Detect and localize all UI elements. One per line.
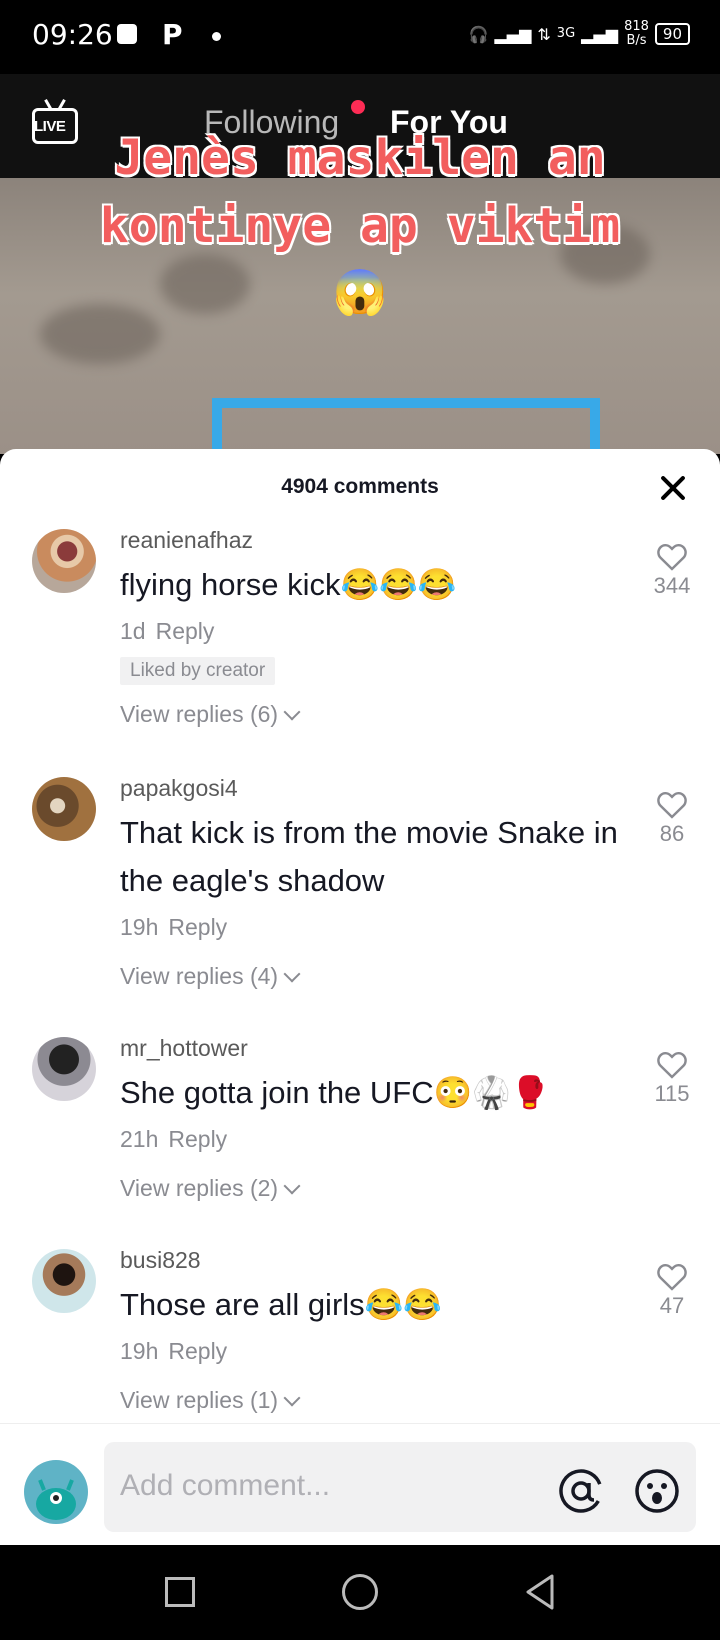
status-icons: 🎧 ▂▄▆ ⇅ 3G ▂▄▆ 818 B/s 90	[469, 20, 690, 48]
status-time: 09:26	[32, 18, 113, 51]
chevron-down-icon	[283, 1177, 301, 1195]
comment-placeholder: Add comment...	[120, 1469, 331, 1502]
view-replies-button[interactable]: View replies (1)	[120, 1385, 630, 1415]
headset-icon: 🎧	[468, 24, 489, 44]
comments-header: 4904 comments	[0, 449, 720, 525]
liked-by-creator-badge: Liked by creator	[120, 657, 276, 685]
chevron-down-icon	[283, 1389, 301, 1407]
mention-icon[interactable]	[558, 1468, 604, 1514]
view-replies-button[interactable]: View replies (2)	[120, 1173, 630, 1203]
comment-username[interactable]: busi828	[120, 1245, 630, 1275]
my-avatar[interactable]	[24, 1460, 88, 1524]
comment-item: busi828 Those are all girls😂😂 19h Reply V…	[0, 1245, 720, 1423]
comment-item: papakgosi4 That kick is from the movie S…	[0, 773, 720, 1033]
notification-icon	[117, 24, 137, 44]
comment-item: reanienafhaz flying horse kick😂😂😂 1d Repl…	[0, 525, 720, 773]
comment-username[interactable]: mr_hottower	[120, 1033, 630, 1063]
comment-time: 21h	[120, 1126, 159, 1152]
speed-indicator: 818 B/s	[624, 20, 649, 48]
comments-count-title: 4904 comments	[281, 475, 439, 498]
like-button[interactable]: 344	[640, 541, 704, 599]
speed-value: 818	[624, 19, 649, 34]
comment-text: Those are all girls😂😂	[120, 1287, 442, 1322]
chevron-down-icon	[283, 703, 301, 721]
reply-button[interactable]: Reply	[156, 618, 215, 644]
heart-icon	[657, 1051, 687, 1079]
feed-tabs: Following For You	[0, 100, 720, 144]
more-notifications-icon	[212, 32, 221, 41]
view-replies-button[interactable]: View replies (6)	[120, 699, 630, 729]
caption-emoji: 😱	[332, 267, 388, 318]
heart-icon	[657, 1263, 687, 1291]
signal-icon: ▂▄▆	[494, 24, 532, 44]
avatar[interactable]	[32, 777, 96, 841]
comment-item: mr_hottower She gotta join the UFC😳🥋🥊 21…	[0, 1033, 720, 1245]
heart-icon	[657, 791, 687, 819]
reply-button[interactable]: Reply	[168, 1126, 227, 1152]
view-replies-button[interactable]: View replies (4)	[120, 961, 630, 991]
heart-icon	[657, 543, 687, 571]
comment-username[interactable]: reanienafhaz	[120, 525, 630, 555]
comment-text: That kick is from the movie Snake in the…	[120, 815, 618, 898]
data-arrows-icon: ⇅	[537, 24, 551, 44]
chevron-down-icon	[283, 965, 301, 983]
comments-sheet: 4904 comments reanienafhaz flying horse …	[0, 449, 720, 1545]
battery-icon: 90	[654, 23, 690, 45]
video-caption: Jenès maskilen an kontinye ap viktim 😱	[0, 124, 720, 326]
caption-line-2: kontinye ap viktim	[99, 198, 621, 254]
comment-meta: 19h Reply	[120, 911, 630, 943]
close-icon[interactable]	[656, 471, 690, 505]
like-count: 86	[659, 821, 685, 846]
like-button[interactable]: 115	[640, 1049, 704, 1107]
comments-list[interactable]: reanienafhaz flying horse kick😂😂😂 1d Repl…	[0, 525, 720, 1423]
comment-meta: 19h Reply	[120, 1335, 630, 1367]
video-player[interactable]: Jenès maskilen an kontinye ap viktim 😱 L…	[0, 74, 720, 454]
reply-button[interactable]: Reply	[168, 914, 227, 940]
status-bar: 09:26 P 🎧 ▂▄▆ ⇅ 3G ▂▄▆ 818 B/s 90	[0, 0, 720, 74]
view-replies-label: View replies (6)	[120, 701, 279, 727]
recents-button[interactable]	[165, 1577, 195, 1607]
network-type: 3G	[556, 26, 576, 41]
like-count: 47	[659, 1293, 685, 1318]
view-replies-label: View replies (2)	[120, 1175, 279, 1201]
view-replies-label: View replies (1)	[120, 1387, 279, 1413]
like-count: 344	[653, 573, 691, 598]
comment-text: flying horse kick😂😂😂	[120, 567, 457, 602]
system-nav-bar	[0, 1545, 720, 1640]
comment-time: 1d	[120, 618, 146, 644]
monster-avatar-icon	[36, 1479, 76, 1520]
like-button[interactable]: 47	[640, 1261, 704, 1319]
comment-input-bar: Add comment...	[0, 1423, 720, 1545]
speed-unit: B/s	[626, 33, 647, 48]
tab-for-you[interactable]: For You	[390, 104, 508, 141]
reply-button[interactable]: Reply	[168, 1338, 227, 1364]
avatar[interactable]	[32, 1037, 96, 1101]
back-button[interactable]	[524, 1573, 556, 1611]
like-button[interactable]: 86	[640, 789, 704, 847]
comment-username[interactable]: papakgosi4	[120, 773, 630, 803]
comment-text: She gotta join the UFC😳🥋🥊	[120, 1075, 550, 1110]
emoji-icon[interactable]	[634, 1468, 680, 1514]
like-count: 115	[654, 1081, 690, 1106]
comment-meta: 1d Reply	[120, 615, 630, 647]
avatar[interactable]	[32, 1249, 96, 1313]
home-button[interactable]	[342, 1574, 378, 1610]
avatar[interactable]	[32, 529, 96, 593]
comment-input[interactable]: Add comment...	[104, 1442, 696, 1532]
new-content-dot	[351, 100, 365, 114]
video-object	[212, 398, 600, 454]
comment-time: 19h	[120, 914, 159, 940]
comment-time: 19h	[120, 1338, 159, 1364]
tab-following[interactable]: Following	[204, 104, 339, 141]
battery-level: 90	[662, 25, 682, 43]
view-replies-label: View replies (4)	[120, 963, 279, 989]
signal-icon-2: ▂▄▆	[581, 24, 619, 44]
network-label: 3G	[557, 27, 575, 41]
app-notification-icon: P	[162, 18, 183, 51]
comment-meta: 21h Reply	[120, 1123, 630, 1155]
